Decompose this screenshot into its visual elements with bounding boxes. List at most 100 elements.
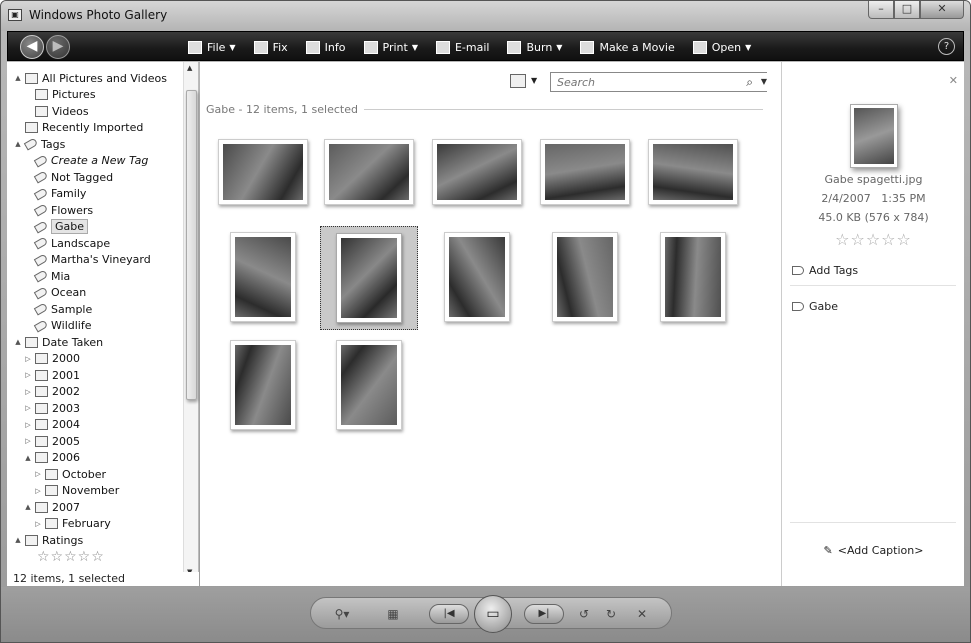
expand-toggle-icon[interactable]: ▲ [13,338,23,346]
thumbnail-photo-04[interactable] [540,139,630,205]
nav-item-ocean[interactable]: Ocean [7,285,185,302]
expand-toggle-icon[interactable]: ▷ [33,487,43,495]
nav-item-ratings[interactable]: ▲ Ratings [7,532,185,549]
maximize-button[interactable]: □ [894,1,920,19]
thumbnail-photo-12[interactable] [336,340,402,430]
thumbnail-photo-08[interactable] [444,232,510,322]
nav-item-sample[interactable]: Sample [7,301,185,318]
add-caption-field[interactable]: ✎ <Add Caption> [782,544,965,557]
help-icon[interactable]: ? [938,38,955,55]
previous-button[interactable]: |◀ [429,604,469,624]
expand-toggle-icon[interactable]: ▷ [23,421,33,429]
expand-toggle-icon[interactable]: ▷ [23,404,33,412]
minimize-button[interactable]: – [868,1,894,19]
nav-item-create-a-new-tag[interactable]: Create a New Tag [7,153,185,170]
expand-toggle-icon[interactable]: ▲ [13,536,23,544]
search-input[interactable] [551,73,721,91]
view-size-icon[interactable] [510,74,526,88]
nav-item-2006[interactable]: ▲ 2006 [7,450,185,467]
thumbnail-photo-01[interactable] [218,139,308,205]
back-button[interactable]: ◀ [20,35,44,59]
close-button[interactable]: ✕ [920,1,964,19]
nav-item-gabe[interactable]: Gabe [7,219,185,236]
thumbnail-selected[interactable] [320,226,418,330]
nav-item-not-tagged[interactable]: Not Tagged [7,169,185,186]
toolbar-burn-button[interactable]: Burn ▼ [507,40,562,54]
next-button[interactable]: ▶| [524,604,564,624]
nav-item-pictures[interactable]: Pictures [7,87,185,104]
toolbar-e-mail-button[interactable]: E-mail [435,40,489,54]
nav-item-october[interactable]: ▷ October [7,466,185,483]
nav-item-family[interactable]: Family [7,186,185,203]
navigation-scrollbar[interactable]: ▲ ▼ [183,62,198,584]
info-filename[interactable]: Gabe spagetti.jpg [782,173,965,186]
photo-gallery-window: ▣ Windows Photo Gallery – □ ✕ ◀ ▶ File ▼ F… [0,0,971,643]
thumbnail-photo-03[interactable] [432,139,522,205]
toolbar-info-button[interactable]: Info [305,40,346,54]
thumbnail-photo-10[interactable] [660,232,726,322]
nav-item-2004[interactable]: ▷ 2004 [7,417,185,434]
nav-item-recently-imported[interactable]: Recently Imported [7,120,185,137]
nav-item-martha-s-vineyard[interactable]: Martha's Vineyard [7,252,185,269]
nav-item-label: Tags [41,137,66,151]
nav-item-label: Landscape [51,236,111,250]
nav-item-mia[interactable]: Mia [7,268,185,285]
nav-item-2000[interactable]: ▷ 2000 [7,351,185,368]
toolbar-file-button[interactable]: File ▼ [188,40,236,54]
delete-icon[interactable]: ✕ [633,604,651,624]
nav-item-november[interactable]: ▷ November [7,483,185,500]
thumbnail-photo-02[interactable] [324,139,414,205]
toolbar-print-button[interactable]: Print ▼ [363,40,418,54]
nav-item-date-taken[interactable]: ▲ Date Taken [7,334,185,351]
expand-toggle-icon[interactable]: ▷ [23,355,33,363]
forward-button[interactable]: ▶ [46,35,70,59]
nav-item-tags[interactable]: ▲ Tags [7,136,185,153]
info-rating[interactable]: ☆☆☆☆☆ [782,230,965,249]
grid-icon[interactable]: ▦ [383,604,403,624]
nav-item--[interactable]: ☆☆☆☆☆ [7,549,185,566]
expand-toggle-icon[interactable]: ▷ [23,437,33,445]
scroll-up-icon[interactable]: ▲ [187,64,192,72]
thumbnail-photo-05[interactable] [648,139,738,205]
nav-item-2002[interactable]: ▷ 2002 [7,384,185,401]
nav-item-2007[interactable]: ▲ 2007 [7,499,185,516]
rotate-right-icon[interactable]: ↻ [603,604,619,624]
nav-item-all-pictures-and-videos[interactable]: ▲ All Pictures and Videos [7,70,185,87]
nav-item-videos[interactable]: Videos [7,103,185,120]
tag-icon [33,220,49,234]
view-size-dropdown-icon[interactable]: ▼ [531,76,537,85]
zoom-icon[interactable]: ⚲▾ [329,604,355,624]
expand-toggle-icon[interactable]: ▲ [23,454,33,462]
expand-toggle-icon[interactable]: ▲ [23,503,33,511]
expand-toggle-icon[interactable]: ▷ [33,520,43,528]
expand-toggle-icon[interactable]: ▷ [23,388,33,396]
scroll-thumb[interactable] [186,90,197,400]
add-tags-button[interactable]: Add Tags [792,264,858,277]
tag-icon [33,203,49,217]
nav-item-2003[interactable]: ▷ 2003 [7,400,185,417]
thumbnail-photo-09[interactable] [552,232,618,322]
search-box[interactable]: ⌕ ▼ [550,72,774,92]
expand-toggle-icon[interactable]: ▲ [13,74,23,82]
thumbnail-photo-06[interactable] [230,232,296,322]
toolbar-make-a-movie-button[interactable]: Make a Movie [580,40,675,54]
nav-item-wildlife[interactable]: Wildlife [7,318,185,335]
expand-toggle-icon[interactable]: ▲ [13,140,23,148]
close-info-pane-icon[interactable]: ✕ [949,74,958,87]
nav-item-february[interactable]: ▷ February [7,516,185,533]
search-icon[interactable]: ⌕ [746,75,753,90]
toolbar-fix-button[interactable]: Fix [253,40,288,54]
expand-toggle-icon[interactable]: ▷ [23,371,33,379]
nav-item-flowers[interactable]: Flowers [7,202,185,219]
info-tag-item[interactable]: Gabe [792,300,838,313]
thumbnail-photo-11[interactable] [230,340,296,430]
toolbar-open-button[interactable]: Open ▼ [692,40,751,54]
nav-item-landscape[interactable]: Landscape [7,235,185,252]
nav-item-2001[interactable]: ▷ 2001 [7,367,185,384]
nav-item-2005[interactable]: ▷ 2005 [7,433,185,450]
rotate-left-icon[interactable]: ↺ [576,604,592,624]
expand-toggle-icon[interactable]: ▷ [33,470,43,478]
info-divider [790,285,956,286]
slideshow-button[interactable]: ▭ [474,595,512,633]
info-datetime[interactable]: 2/4/2007 1:35 PM [782,192,965,205]
